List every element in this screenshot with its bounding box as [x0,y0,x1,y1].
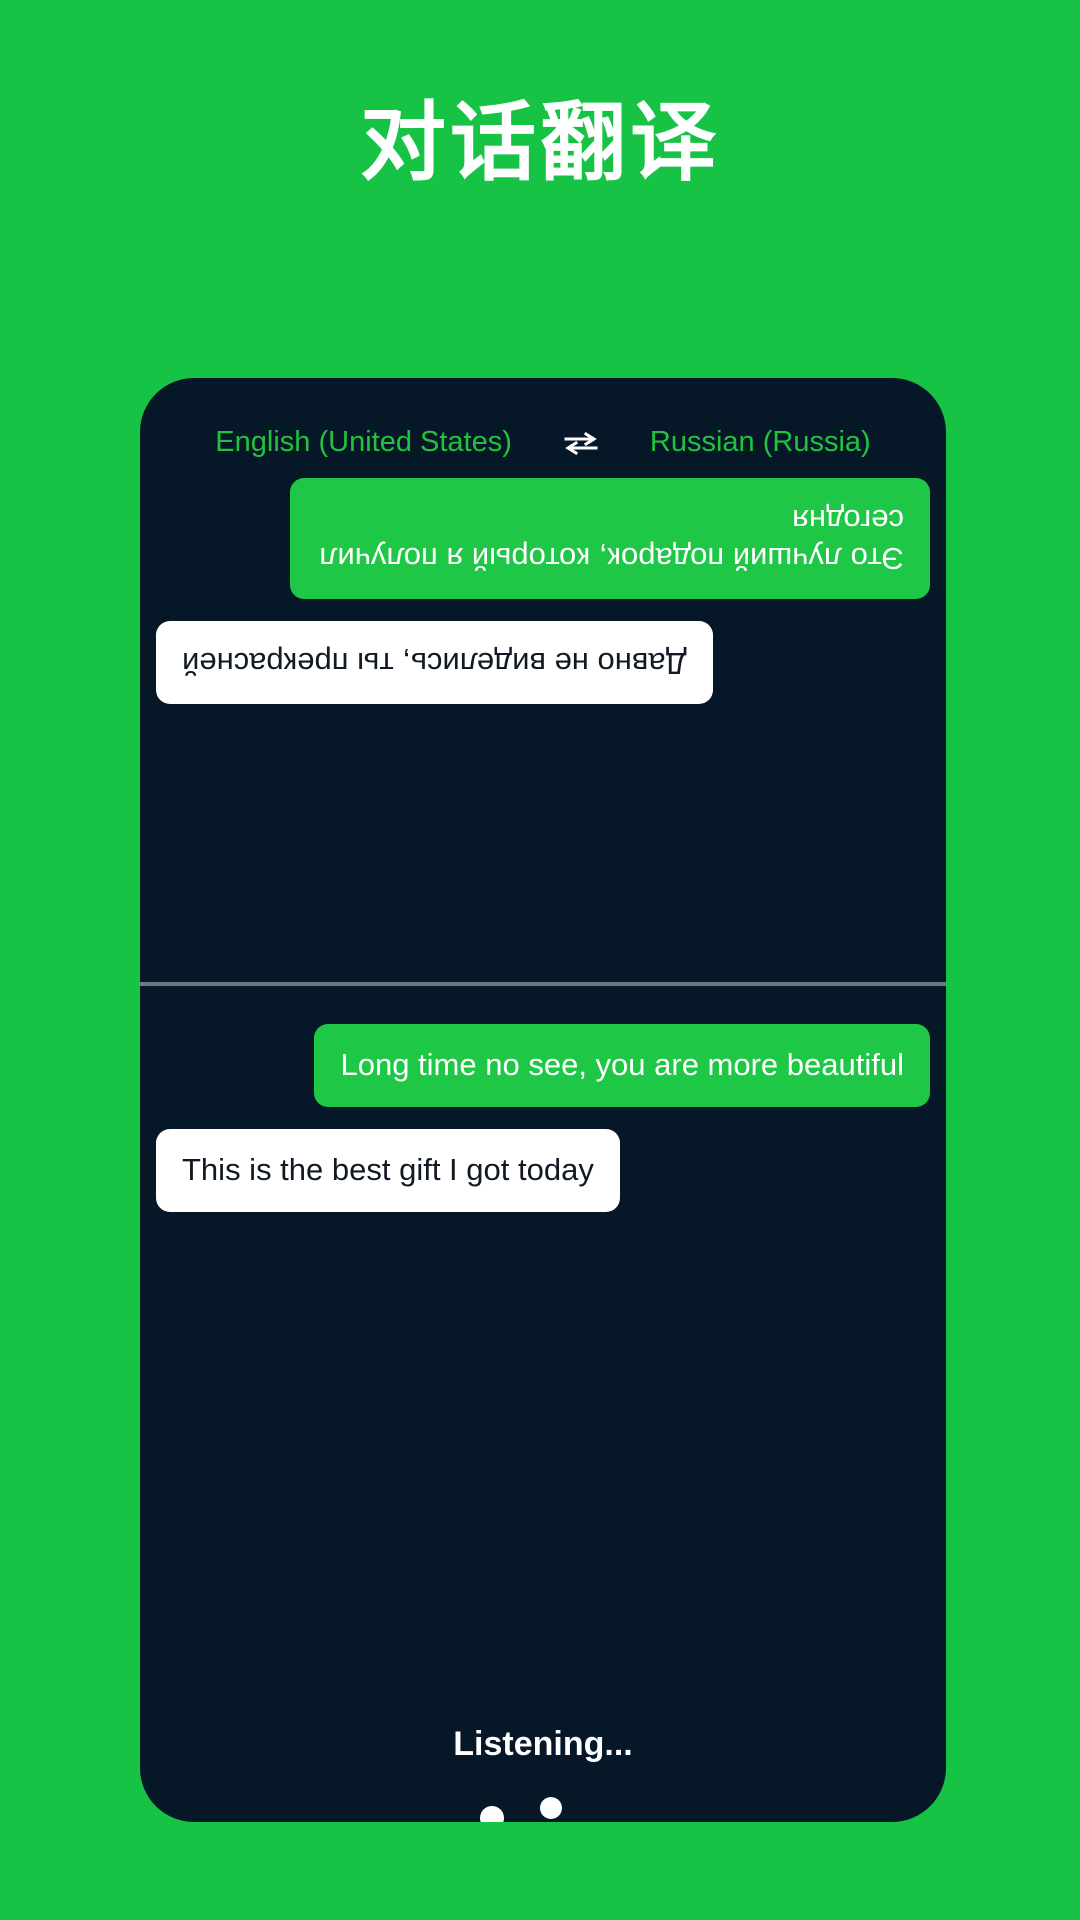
message-bubble-translated-incoming: Давно не виделись, ты прекрасней [156,621,713,705]
source-conversation-pane[interactable]: Long time no see, you are more beautiful… [140,1002,946,1212]
page-title: 对话翻译 [360,93,720,193]
audio-waveform-visualizer [140,1783,946,1822]
message-row: Это лучший подарок, который я получил се… [156,478,930,600]
language-selector-bar: English (United States) Russian (Russia) [140,426,946,459]
waveform-dot [540,1797,562,1819]
listening-status-label: Listening... [453,1725,633,1763]
message-bubble-translated-outgoing: Это лучший подарок, который я получил се… [290,478,930,600]
message-row: Long time no see, you are more beautiful [156,1024,930,1107]
waveform-column [480,1805,504,1822]
waveform-column [540,1797,562,1822]
message-row: Давно не виделись, ты прекрасней [156,621,930,705]
source-language-button[interactable]: English (United States) [215,426,512,459]
message-bubble-source-incoming: This is the best gift I got today [156,1128,620,1212]
message-bubble-source-outgoing: Long time no see, you are more beautiful [314,1024,930,1107]
translated-conversation-pane[interactable]: Давно не виделись, ты прекрасней Это луч… [140,478,946,963]
message-row: This is the best gift I got today [156,1128,930,1212]
phone-card: English (United States) Russian (Russia)… [140,378,946,1822]
pane-divider [140,982,946,986]
swap-horizontal-arrows-icon[interactable] [564,431,598,455]
target-language-button[interactable]: Russian (Russia) [650,426,871,459]
waveform-dot [480,1805,504,1822]
